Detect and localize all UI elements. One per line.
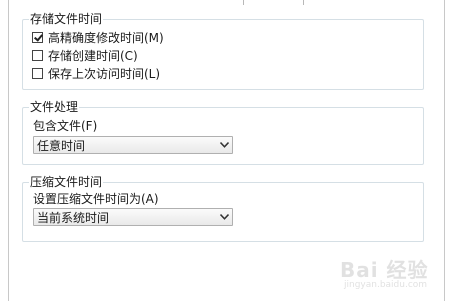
include-files-select[interactable]: 任意时间 [33,136,233,154]
checkbox-box[interactable] [32,49,43,61]
window-right-border [444,0,453,301]
checkbox-label: 保存上次访问时间(L) [48,66,161,81]
store-creation-time-checkbox[interactable]: 存储创建时间(C) [32,47,138,63]
watermark-subtext: jingyan.baidu.com [344,280,428,290]
high-precision-mtime-checkbox[interactable]: 高精确度修改时间(M) [32,29,164,45]
group-title: 压缩文件时间 [29,175,104,189]
checkbox-box[interactable] [32,67,43,79]
select-value: 任意时间 [37,138,86,153]
archive-time-group: 压缩文件时间 设置压缩文件时间为(A) 当前系统时间 [22,175,424,242]
checkbox-label: 高精确度修改时间(M) [48,30,164,45]
settings-dialog: 存储文件时间 高精确度修改时间(M) 存储创建时间(C) 保存上次访问时间(L)… [0,0,453,301]
include-files-label: 包含文件(F) [33,119,98,133]
group-title: 文件处理 [29,100,80,114]
baidu-jingyan-watermark: Bai 经验 jingyan.baidu.com [330,250,440,298]
window-left-border [0,0,9,301]
chevron-down-icon[interactable] [216,142,232,148]
set-archive-time-select[interactable]: 当前系统时间 [33,208,233,226]
set-archive-time-label: 设置压缩文件时间为(A) [33,192,159,206]
group-title: 存储文件时间 [29,12,104,26]
file-timestamps-group: 存储文件时间 高精确度修改时间(M) 存储创建时间(C) 保存上次访问时间(L) [22,12,424,90]
checkbox-label: 存储创建时间(C) [48,48,138,63]
select-value: 当前系统时间 [37,210,110,225]
store-last-access-time-checkbox[interactable]: 保存上次访问时间(L) [32,65,160,81]
tab-edge-left [243,0,244,5]
chevron-down-icon[interactable] [216,214,232,220]
watermark-text: Bai 经验 [340,258,429,282]
file-processing-group: 文件处理 包含文件(F) 任意时间 [22,100,424,165]
check-icon[interactable] [32,31,43,43]
tab-edge-right [303,0,304,5]
